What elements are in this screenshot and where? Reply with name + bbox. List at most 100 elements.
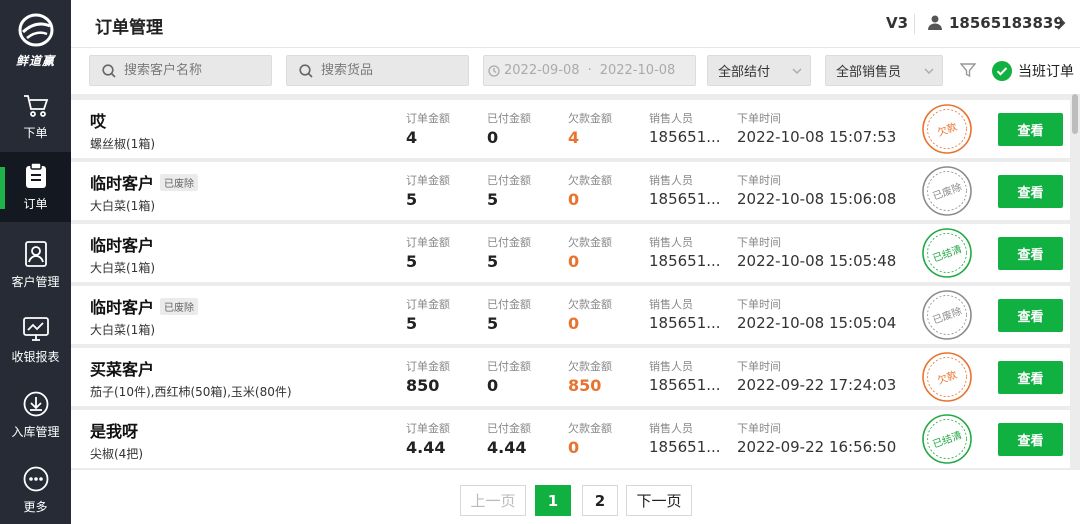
goods-search-box[interactable] [286,55,469,86]
status-stamp: 已废除 [922,290,972,340]
page-1-button[interactable]: 1 [535,485,571,516]
owed-amount-cell: 欠款金额 0 [568,172,612,209]
chevron-right-icon[interactable] [1056,16,1066,30]
page-2-button[interactable]: 2 [582,485,618,516]
order-row[interactable]: 是我呀 尖椒(4把) 订单金额 4.44 已付金额 4.44 欠款金额 0 销售人员 185651… [71,410,1070,468]
customer-name: 临时客户 [90,298,155,317]
order-row[interactable]: 哎螺丝椒(1箱) 订单金额 4 已付金额 0 欠款金额 4 销售人员 185651... 下单时间… [71,100,1070,158]
view-order-button[interactable]: 查看 [998,175,1063,208]
status-stamp: 欠款 [922,104,972,154]
customer-block: 临时客户 已废除 [90,294,199,318]
scrollbar-thumb[interactable] [1072,94,1078,134]
view-order-button[interactable]: 查看 [998,299,1063,332]
date-range-picker[interactable]: 2022-09-08 · 2022-10-08 [483,55,696,86]
order-row[interactable]: 临时客户 大白菜(1箱) 订单金额 5 已付金额 5 欠款金额 0 销售人员 185651... 下… [71,224,1070,282]
order-time-cell: 下单时间 2022-09-22 17:24:03 [737,358,896,394]
salesperson-value: 185651... [649,376,721,394]
order-time-value: 2022-09-22 16:56:50 [737,438,897,456]
paid-amount-label: 已付金额 [487,236,531,249]
order-amount-cell: 订单金额 5 [406,296,450,333]
prev-page-button[interactable]: 上一页 [460,485,526,516]
order-amount-value: 5 [406,314,418,333]
order-row[interactable]: 买菜客户 茄子(10件),西红柿(50箱),玉米(80件) 订单金额 850 已付金额 0… [71,348,1070,406]
date-start[interactable]: 2022-09-08 [504,63,580,78]
order-time-value: 2022-10-08 15:05:48 [737,252,897,270]
version-label: V3 [886,14,909,32]
search-icon [102,63,116,78]
salesperson-label: 销售人员 [649,236,693,249]
order-amount-cell: 订单金额 5 [406,172,450,209]
settlement-select[interactable]: 全部结付 [707,55,811,86]
clipboard-icon [25,162,46,188]
paid-amount-value: 0 [487,128,499,147]
date-end[interactable]: 2022-10-08 [600,63,676,78]
order-row[interactable]: 临时客户 已废除 大白菜(1箱) 订单金额 5 已付金额 5 欠款金额 0 销售人员 185651.… [71,162,1070,220]
order-row[interactable]: 临时客户 已废除 大白菜(1箱) 订单金额 5 已付金额 5 欠款金额 0 销售人员 185651.… [71,286,1070,344]
chevron-down-icon [924,68,934,74]
salesperson-cell: 销售人员 185651... [649,234,721,270]
shift-orders-toggle[interactable]: 当班订单 [992,61,1074,81]
sidebar-item-customers[interactable]: 客户管理 [0,230,71,300]
order-amount-cell: 订单金额 5 [406,234,450,271]
page-title: 订单管理 [95,18,163,38]
salesperson-label: 销售人员 [649,174,693,187]
order-time-value: 2022-10-08 15:05:04 [737,314,897,332]
next-page-button[interactable]: 下一页 [626,485,692,516]
user-account[interactable]: 18565183839 [949,14,1064,32]
customer-search-input[interactable] [124,63,264,78]
salesperson-value: 185651... [649,438,721,456]
view-order-button[interactable]: 查看 [998,361,1063,394]
order-amount-value: 850 [406,376,440,395]
order-amount-cell: 订单金额 4.44 [406,420,450,457]
order-amount-value: 5 [406,252,418,271]
owed-amount-cell: 欠款金额 850 [568,358,612,395]
customer-block: 是我呀 [90,418,138,442]
customer-block: 哎 [90,108,106,132]
sidebar-item-stock-in[interactable]: 入库管理 [0,380,71,450]
sidebar-item-place-order[interactable]: 下单 [0,82,71,152]
salesperson-value: 185651... [649,314,721,332]
scrollbar[interactable] [1072,94,1078,468]
sidebar-item-cashier-report[interactable]: 收银报表 [0,305,71,375]
date-separator: · [587,63,592,78]
logo-text: 鲜道赢 [15,53,55,68]
header-divider [914,14,915,34]
filter-icon[interactable] [960,62,976,78]
sidebar-item-label: 入库管理 [11,424,60,439]
pagination: 上一页 1 2 下一页 [71,470,1080,524]
chevron-down-icon [792,68,802,74]
order-amount-label: 订单金额 [406,112,450,125]
goods-summary: 大白菜(1箱) [90,261,155,275]
sidebar-item-more[interactable]: 更多 [0,455,71,524]
chart-monitor-icon [22,316,49,341]
salesperson-select[interactable]: 全部销售员 [825,55,943,86]
order-time-cell: 下单时间 2022-10-08 15:06:08 [737,172,896,208]
status-stamp-text: 已结清 [931,428,964,450]
order-time-cell: 下单时间 2022-10-08 15:05:04 [737,296,896,332]
sidebar-item-label: 更多 [23,499,48,514]
customer-search-box[interactable] [89,55,272,86]
salesperson-label: 销售人员 [649,112,693,125]
clock-icon [488,64,500,77]
paid-amount-label: 已付金额 [487,422,531,435]
goods-summary: 大白菜(1箱) [90,323,155,337]
view-order-button[interactable]: 查看 [998,237,1063,270]
search-icon [299,63,313,78]
check-circle-icon [992,61,1012,81]
status-stamp: 已结清 [922,414,972,464]
filter-bar: 2022-09-08 · 2022-10-08 全部结付 全部销售员 当班订单 [71,48,1080,94]
app-logo: 鲜道赢 [0,0,71,80]
sidebar-item-orders[interactable]: 订单 [0,152,71,222]
status-stamp-text: 欠款 [936,368,959,387]
view-order-button[interactable]: 查看 [998,113,1063,146]
status-stamp: 欠款 [922,352,972,402]
paid-amount-cell: 已付金额 5 [487,234,531,271]
user-icon [928,15,942,30]
paid-amount-value: 5 [487,252,499,271]
goods-search-input[interactable] [321,63,461,78]
paid-amount-cell: 已付金额 0 [487,110,531,147]
view-order-button[interactable]: 查看 [998,423,1063,456]
paid-amount-label: 已付金额 [487,174,531,187]
contact-card-icon [24,240,47,267]
status-stamp-text: 已结清 [931,242,964,264]
